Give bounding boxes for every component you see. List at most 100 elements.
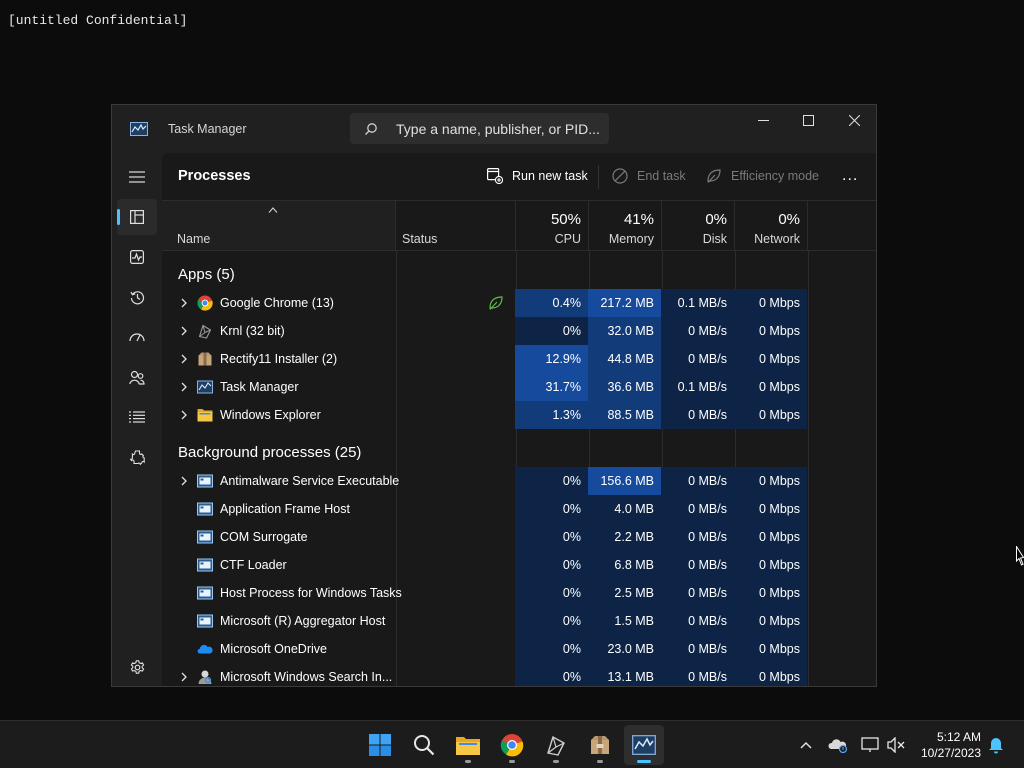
memory-cell: 6.8 MB bbox=[588, 551, 661, 579]
network-total-percent: 0% bbox=[778, 211, 800, 228]
krnl-icon bbox=[547, 735, 565, 756]
network-cell: 0 Mbps bbox=[734, 579, 807, 607]
chevron-right-icon[interactable] bbox=[180, 354, 188, 364]
memory-cell: 4.0 MB bbox=[588, 495, 661, 523]
process-name: Windows Explorer bbox=[220, 408, 321, 422]
column-network[interactable]: 0% Network bbox=[735, 201, 808, 250]
end-task-button[interactable]: End task bbox=[612, 165, 686, 187]
process-row[interactable]: CTF Loader 0% 6.8 MB 0 MB/s 0 Mbps bbox=[162, 551, 808, 579]
window-title: Task Manager bbox=[168, 122, 247, 136]
nav-app-history[interactable] bbox=[117, 279, 157, 315]
close-button[interactable] bbox=[831, 105, 877, 135]
chevron-up-icon bbox=[800, 742, 812, 749]
end-task-label: End task bbox=[637, 169, 686, 183]
more-options-button[interactable]: ... bbox=[842, 165, 858, 187]
taskbar-installer[interactable] bbox=[580, 725, 620, 765]
maximize-button[interactable] bbox=[785, 105, 831, 135]
process-row[interactable]: Windows Explorer 1.3% 88.5 MB 0 MB/s 0 Mbps bbox=[162, 401, 808, 429]
cpu-cell: 0% bbox=[515, 551, 588, 579]
column-cpu[interactable]: 50% CPU bbox=[516, 201, 589, 250]
run-new-task-icon bbox=[487, 168, 503, 184]
minimize-button[interactable] bbox=[740, 105, 786, 135]
taskbar-start-button[interactable] bbox=[360, 725, 400, 765]
clock-date[interactable]: 10/27/2023 bbox=[921, 746, 981, 760]
network-cell: 0 Mbps bbox=[734, 317, 807, 345]
tray-volume[interactable] bbox=[886, 735, 906, 755]
end-task-icon bbox=[612, 168, 628, 184]
chevron-right-icon[interactable] bbox=[180, 382, 188, 392]
column-name[interactable]: Name bbox=[162, 201, 396, 250]
chevron-right-icon[interactable] bbox=[180, 476, 188, 486]
minimize-icon bbox=[757, 119, 769, 121]
clock-time[interactable]: 5:12 AM bbox=[937, 730, 981, 744]
services-icon bbox=[129, 449, 145, 465]
chevron-right-icon[interactable] bbox=[180, 298, 188, 308]
search-input[interactable] bbox=[396, 120, 601, 138]
disk-cell: 0 MB/s bbox=[661, 607, 734, 635]
service-icon bbox=[197, 557, 213, 573]
memory-cell: 88.5 MB bbox=[588, 401, 661, 429]
hamburger-menu-button[interactable] bbox=[117, 159, 157, 195]
users-icon bbox=[129, 370, 145, 385]
process-row[interactable]: Application Frame Host 0% 4.0 MB 0 MB/s 0 Mb… bbox=[162, 495, 808, 523]
memory-cell: 36.6 MB bbox=[588, 373, 661, 401]
tray-overflow-button[interactable] bbox=[796, 735, 816, 755]
taskbar-task-manager[interactable] bbox=[624, 725, 664, 765]
onedrive-sync-icon bbox=[828, 739, 848, 753]
nav-services[interactable] bbox=[117, 439, 157, 475]
taskbar-krnl[interactable] bbox=[536, 725, 576, 765]
process-row[interactable]: Microsoft (R) Aggregator Host 0% 1.5 MB 0 M… bbox=[162, 607, 808, 635]
command-bar: Processes Run new task End task Efficien… bbox=[162, 153, 876, 200]
chevron-right-icon[interactable] bbox=[180, 672, 188, 682]
nav-processes[interactable] bbox=[117, 199, 157, 235]
process-row[interactable]: Google Chrome (13) 0.4% 217.2 MB 0.1 MB/s 0 … bbox=[162, 289, 808, 317]
cpu-cell: 0% bbox=[515, 467, 588, 495]
search-icon bbox=[414, 735, 435, 756]
process-row[interactable]: COM Surrogate 0% 2.2 MB 0 MB/s 0 Mbps bbox=[162, 523, 808, 551]
column-status[interactable]: Status bbox=[396, 201, 516, 250]
nav-startup-apps[interactable] bbox=[117, 319, 157, 355]
start-icon bbox=[369, 734, 391, 756]
disk-cell: 0.1 MB/s bbox=[661, 289, 734, 317]
tray-notifications[interactable] bbox=[986, 735, 1006, 755]
cpu-cell: 0% bbox=[515, 579, 588, 607]
process-name: Microsoft Windows Search In... bbox=[220, 670, 393, 684]
disk-cell: 0 MB/s bbox=[661, 317, 734, 345]
taskbar-chrome[interactable] bbox=[492, 725, 532, 765]
efficiency-mode-button[interactable]: Efficiency mode bbox=[706, 165, 819, 187]
installer-icon bbox=[591, 736, 609, 754]
nav-details[interactable] bbox=[117, 399, 157, 435]
search-box[interactable] bbox=[350, 113, 609, 144]
process-row[interactable]: Task Manager 31.7% 36.6 MB 0.1 MB/s 0 Mbps bbox=[162, 373, 808, 401]
process-row[interactable]: Krnl (32 bit) 0% 32.0 MB 0 MB/s 0 Mbps bbox=[162, 317, 808, 345]
taskbar-file-explorer[interactable] bbox=[448, 725, 488, 765]
run-new-task-button[interactable]: Run new task bbox=[487, 165, 588, 187]
processes-page: Processes Run new task End task Efficien… bbox=[162, 153, 876, 686]
efficiency-leaf-icon bbox=[489, 296, 503, 310]
notification-bell-icon bbox=[989, 737, 1003, 753]
process-row[interactable]: Microsoft Windows Search In... 0% 13.1 MB 0… bbox=[162, 663, 808, 686]
nav-settings[interactable] bbox=[117, 649, 157, 685]
nav-performance[interactable] bbox=[117, 239, 157, 275]
column-divider bbox=[808, 251, 809, 686]
column-disk-label: Disk bbox=[702, 232, 727, 246]
process-row[interactable]: Host Process for Windows Tasks 0% 2.5 MB 0 … bbox=[162, 579, 808, 607]
chevron-right-icon[interactable] bbox=[180, 326, 188, 336]
tray-onedrive[interactable] bbox=[828, 735, 848, 755]
taskbar-search-button[interactable] bbox=[404, 725, 444, 765]
tray-display[interactable] bbox=[860, 735, 880, 755]
service-icon bbox=[197, 473, 213, 489]
disk-cell: 0 MB/s bbox=[661, 579, 734, 607]
column-disk[interactable]: 0% Disk bbox=[662, 201, 735, 250]
nav-users[interactable] bbox=[117, 359, 157, 395]
taskbar: 5:12 AM 10/27/2023 bbox=[0, 720, 1024, 768]
process-row[interactable]: Rectify11 Installer (2) 12.9% 44.8 MB 0 MB/… bbox=[162, 345, 808, 373]
process-row[interactable]: Microsoft OneDrive 0% 23.0 MB 0 MB/s 0 Mbps bbox=[162, 635, 808, 663]
group-header-background: Background processes (25) bbox=[178, 444, 362, 461]
title-bar[interactable]: Task Manager bbox=[112, 105, 876, 153]
process-name: CTF Loader bbox=[220, 558, 287, 572]
chevron-right-icon[interactable] bbox=[180, 410, 188, 420]
column-memory[interactable]: 41% Memory bbox=[589, 201, 662, 250]
network-cell: 0 Mbps bbox=[734, 467, 807, 495]
process-row[interactable]: Antimalware Service Executable 0% 156.6 MB… bbox=[162, 467, 808, 495]
